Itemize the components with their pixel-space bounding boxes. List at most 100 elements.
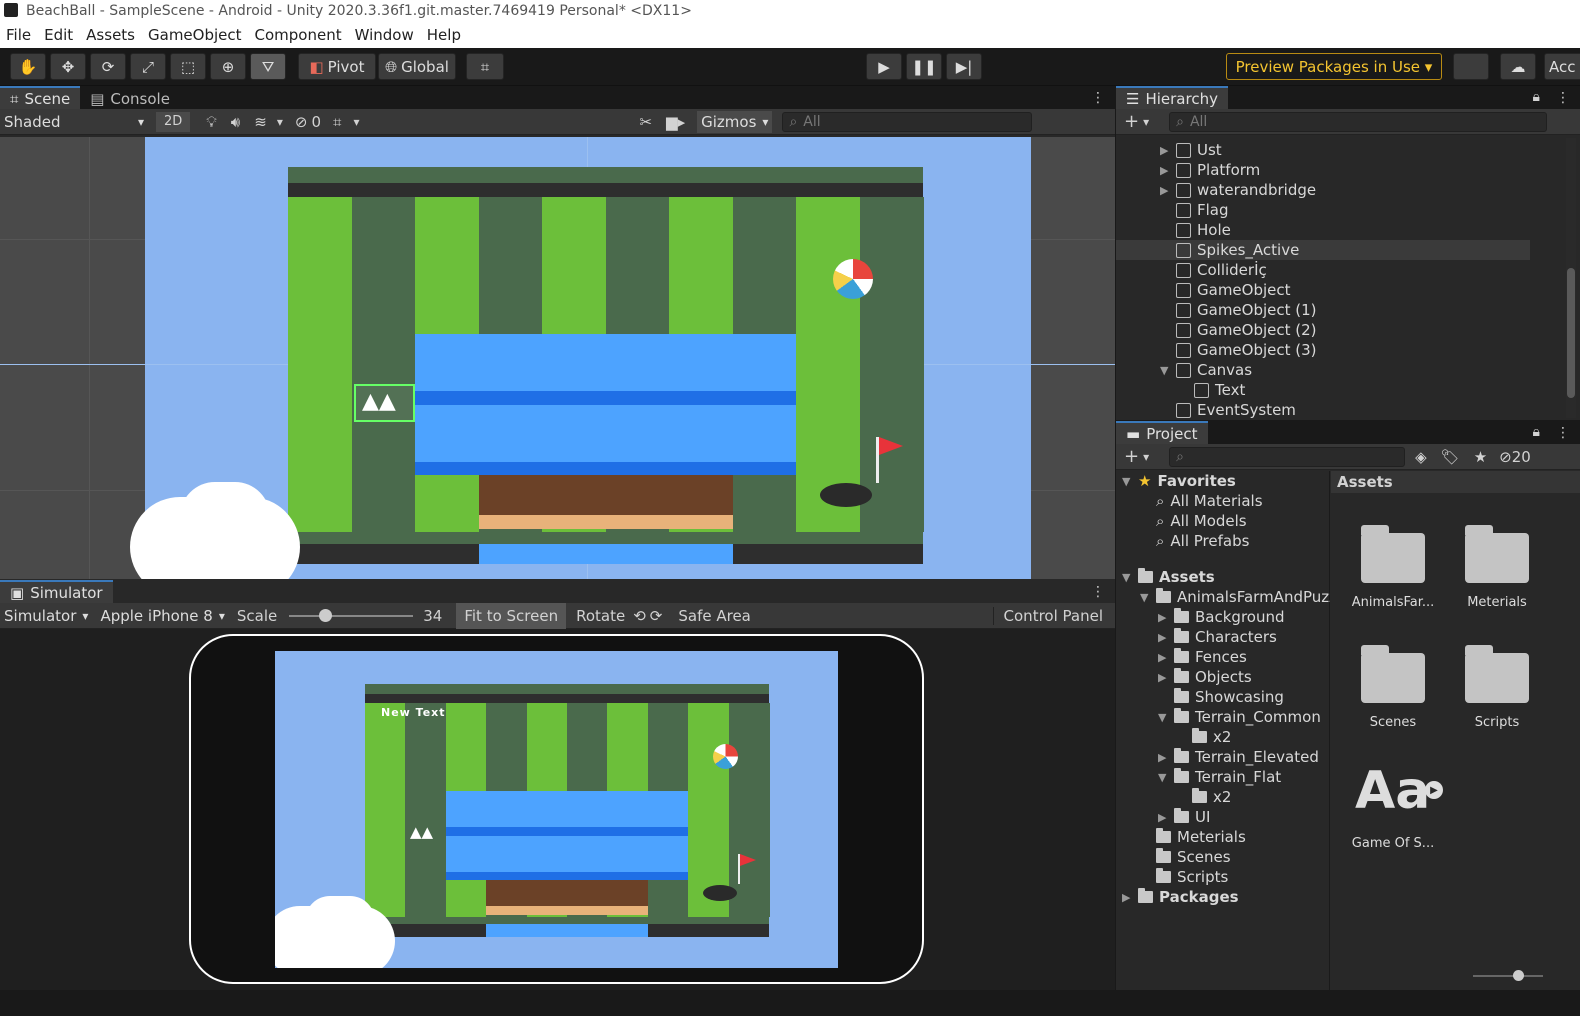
- hierarchy-item[interactable]: EventSystem: [1116, 400, 1530, 420]
- audio-icon[interactable]: 🔊︎: [231, 113, 240, 131]
- device-dropdown[interactable]: Apple iPhone 8: [96, 607, 228, 625]
- camera-icon[interactable]: ▆▸: [666, 113, 685, 131]
- tree-arrow-icon[interactable]: ▶: [1122, 891, 1134, 904]
- menu-edit[interactable]: Edit: [44, 26, 73, 44]
- project-folder-item[interactable]: x2: [1176, 787, 1231, 807]
- tree-arrow-icon[interactable]: ▶: [1158, 651, 1170, 664]
- search-by-type-icon[interactable]: ◈: [1415, 448, 1427, 466]
- scene-search-input[interactable]: ⌕ All: [782, 111, 1033, 132]
- menu-file[interactable]: File: [6, 26, 31, 44]
- project-folder-item[interactable]: ▶ Background: [1158, 607, 1285, 627]
- scale-slider-thumb[interactable]: [319, 608, 333, 622]
- project-folder-item[interactable]: ▶ UI: [1158, 807, 1210, 827]
- lighting-icon[interactable]: 💡︎: [206, 113, 217, 131]
- hierarchy-menu-icon[interactable]: ⋮: [1556, 90, 1570, 106]
- mode-2d-toggle[interactable]: 2D: [156, 111, 191, 132]
- play-preview-icon[interactable]: ▶: [1425, 781, 1443, 799]
- hierarchy-search-input[interactable]: ⌕ All: [1169, 111, 1548, 132]
- hierarchy-item[interactable]: Colliderİç: [1116, 260, 1530, 280]
- favorites-icon[interactable]: ★: [1474, 448, 1487, 466]
- favorite-all-materials[interactable]: ⌕ All Materials: [1156, 491, 1263, 511]
- hidden-packages-icon[interactable]: ⊘: [1499, 448, 1512, 466]
- hierarchy-item[interactable]: Flag: [1116, 200, 1530, 220]
- folder-animalsfarm-icon[interactable]: [1361, 525, 1425, 583]
- tree-arrow-icon[interactable]: ▼: [1122, 571, 1134, 584]
- expand-arrow-icon[interactable]: ▶: [1160, 164, 1172, 177]
- icon-size-slider[interactable]: [1473, 970, 1543, 981]
- add-icon[interactable]: +: [1124, 446, 1139, 467]
- hierarchy-item[interactable]: GameObject: [1116, 280, 1530, 300]
- project-folder-item[interactable]: Showcasing: [1158, 687, 1284, 707]
- favorite-all-models[interactable]: ⌕ All Models: [1156, 511, 1247, 531]
- hole-sprite[interactable]: [820, 483, 872, 507]
- add-icon[interactable]: +: [1124, 111, 1139, 132]
- project-folder-item[interactable]: ▶ Objects: [1158, 667, 1252, 687]
- grid-snap-icon[interactable]: ⌗: [466, 53, 504, 80]
- hierarchy-scrollbar[interactable]: [1566, 138, 1576, 418]
- transform-tool-icon[interactable]: ⊕: [210, 53, 246, 80]
- hidden-objects-icon[interactable]: ⊘: [295, 113, 308, 131]
- cloud-icon[interactable]: ☁: [1500, 53, 1536, 80]
- project-folder-item[interactable]: ▼ AnimalsFarmAndPuzz: [1140, 587, 1330, 607]
- rotate-tool-icon[interactable]: ⟳: [90, 53, 126, 80]
- game-screen[interactable]: New Text ▲▲: [275, 651, 838, 968]
- project-menu-icon[interactable]: ⋮: [1556, 425, 1570, 441]
- tree-arrow-icon[interactable]: ▼: [1140, 591, 1152, 604]
- project-folder-item[interactable]: x2: [1176, 727, 1231, 747]
- safe-area-toggle[interactable]: Safe Area: [678, 607, 751, 625]
- hierarchy-item[interactable]: ▶ Ust: [1116, 140, 1530, 160]
- font-asset-icon[interactable]: Aa: [1355, 761, 1430, 821]
- grid-dropdown-icon[interactable]: ▾: [353, 115, 359, 129]
- pause-button[interactable]: ❚❚: [906, 53, 942, 80]
- icon-size-slider-thumb[interactable]: [1513, 970, 1524, 981]
- expand-arrow-icon[interactable]: ▶: [1160, 184, 1172, 197]
- tree-arrow-icon[interactable]: ▶: [1158, 751, 1170, 764]
- project-folder-item[interactable]: Meterials: [1140, 827, 1246, 847]
- hierarchy-item[interactable]: ▼ Canvas: [1116, 360, 1530, 380]
- hierarchy-item[interactable]: Text: [1116, 380, 1530, 400]
- hierarchy-item[interactable]: Hole: [1116, 220, 1530, 240]
- project-folder-item[interactable]: ▼ Terrain_Flat: [1158, 767, 1281, 787]
- hierarchy-item[interactable]: ▶ Platform: [1116, 160, 1530, 180]
- effects-icon[interactable]: ≋: [254, 113, 267, 131]
- tree-arrow-icon[interactable]: ▼: [1158, 771, 1170, 784]
- control-panel-button[interactable]: Control Panel: [992, 606, 1103, 625]
- favorite-all-prefabs[interactable]: ⌕ All Prefabs: [1156, 531, 1249, 551]
- favorites-header[interactable]: ▼ ★ Favorites: [1122, 471, 1236, 491]
- menu-help[interactable]: Help: [427, 26, 461, 44]
- menu-assets[interactable]: Assets: [86, 26, 135, 44]
- hierarchy-item[interactable]: GameObject (1): [1116, 300, 1530, 320]
- menu-window[interactable]: Window: [355, 26, 414, 44]
- rotate-right-icon[interactable]: ⟳: [650, 607, 663, 625]
- hierarchy-item[interactable]: GameObject (3): [1116, 340, 1530, 360]
- spikes-selection-box[interactable]: ▲▲: [354, 384, 415, 422]
- menu-component[interactable]: Component: [255, 26, 342, 44]
- lock-icon[interactable]: 🔒︎: [1533, 424, 1540, 440]
- gizmos-dropdown[interactable]: Gizmos: [697, 110, 773, 133]
- hierarchy-item[interactable]: Spikes_Active: [1116, 240, 1530, 260]
- folder-scripts-icon[interactable]: [1465, 645, 1529, 703]
- project-folder-item[interactable]: ▼ Assets: [1122, 567, 1215, 587]
- shading-mode-dropdown[interactable]: Shaded: [0, 113, 148, 131]
- menu-gameobject[interactable]: GameObject: [148, 26, 242, 44]
- global-toggle[interactable]: 🌐︎ Global: [378, 53, 456, 80]
- project-folder-item[interactable]: ▼ Terrain_Common: [1158, 707, 1321, 727]
- custom-tool-icon[interactable]: ⛛: [250, 53, 286, 80]
- expand-arrow-down-icon[interactable]: ▼: [1160, 364, 1172, 377]
- project-folder-item[interactable]: ▶ Packages: [1122, 887, 1239, 907]
- tools-icon[interactable]: ✂: [639, 113, 652, 131]
- project-search-input[interactable]: ⌕: [1169, 446, 1406, 467]
- beach-ball-sprite[interactable]: [833, 259, 873, 299]
- rotate-left-icon[interactable]: ⟲: [633, 607, 646, 625]
- scale-slider[interactable]: [289, 608, 414, 622]
- collab-button[interactable]: [1453, 53, 1489, 80]
- add-dropdown-icon[interactable]: ▾: [1143, 115, 1149, 129]
- lock-icon[interactable]: 🔒︎: [1533, 89, 1540, 105]
- scale-tool-icon[interactable]: ⤢: [130, 53, 166, 80]
- flag-sprite[interactable]: [879, 437, 903, 455]
- pivot-toggle[interactable]: ◧ Pivot: [298, 53, 376, 80]
- step-button[interactable]: ▶|: [946, 53, 982, 80]
- tree-arrow-icon[interactable]: ▶: [1158, 631, 1170, 644]
- tree-arrow-icon[interactable]: ▶: [1158, 671, 1170, 684]
- hierarchy-item[interactable]: ▶ waterandbridge: [1116, 180, 1530, 200]
